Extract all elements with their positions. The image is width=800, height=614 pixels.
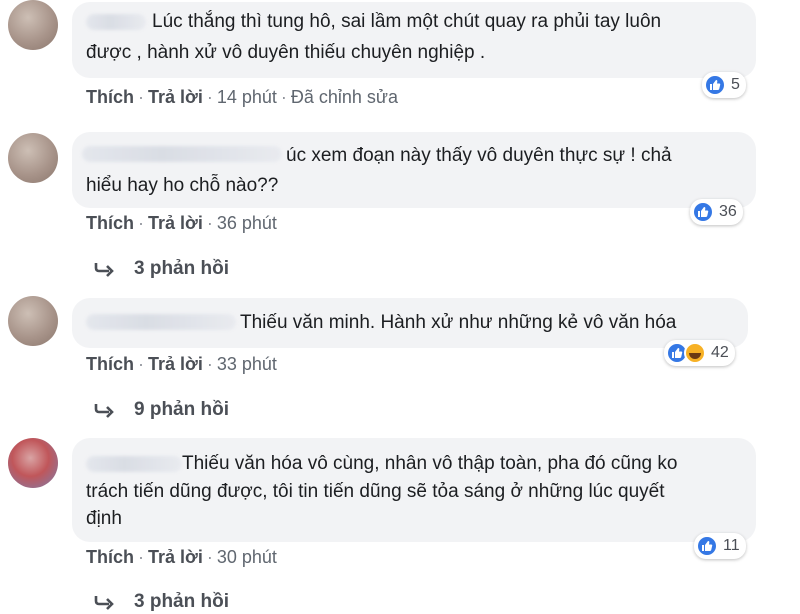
replies-count[interactable]: 3 phản hồi (134, 591, 229, 613)
comment-text-line: Lúc thắng thì tung hô, sai lầm một chút … (152, 11, 662, 32)
reaction-summary[interactable]: 36 (690, 199, 743, 225)
comment-actions: Thích · Trả lời · 36 phút (86, 213, 277, 233)
comment-time[interactable]: 33 phút (217, 354, 277, 374)
comment-bubble: Lúc thắng thì tung hô, sai lầm một chút … (72, 2, 756, 78)
like-link[interactable]: Thích (86, 213, 134, 233)
comment-bubble: úc xem đoạn này thấy vô duyên thực sự ! … (72, 132, 756, 208)
view-replies-link[interactable]: 9 phản hồi (94, 399, 229, 421)
avatar[interactable] (8, 296, 58, 346)
commenter-name[interactable] (86, 314, 236, 330)
view-replies-link[interactable]: 3 phản hồi (94, 258, 229, 280)
avatar[interactable] (8, 133, 58, 183)
reaction-count: 36 (719, 203, 737, 220)
view-replies-link[interactable]: 3 phản hồi (94, 591, 229, 613)
haha-reaction-icon (684, 342, 706, 364)
reaction-count: 42 (711, 344, 729, 361)
like-link[interactable]: Thích (86, 87, 134, 107)
reaction-summary[interactable]: 11 (694, 533, 746, 559)
like-link[interactable]: Thích (86, 354, 134, 374)
commenter-name[interactable] (82, 146, 282, 162)
comment-text-line: định (86, 508, 122, 529)
reply-link[interactable]: Trả lời (148, 87, 203, 107)
comment-bubble: Thiếu văn minh. Hành xử như những kẻ vô … (72, 298, 748, 348)
reply-link[interactable]: Trả lời (148, 547, 203, 567)
reply-arrow-icon (94, 596, 114, 610)
comment-text-line: Thiếu văn minh. Hành xử như những kẻ vô … (240, 312, 677, 333)
reaction-count: 5 (731, 76, 740, 93)
reply-arrow-icon (94, 404, 114, 418)
like-reaction-icon (692, 201, 714, 223)
avatar[interactable] (8, 0, 58, 50)
reply-arrow-icon (94, 263, 114, 277)
comment-actions: Thích · Trả lời · 30 phút (86, 547, 277, 567)
reply-link[interactable]: Trả lời (148, 354, 203, 374)
avatar[interactable] (8, 438, 58, 488)
reaction-summary[interactable]: 5 (702, 72, 746, 98)
comment-text-line: trách tiến dũng được, tôi tin tiến dũng … (86, 481, 665, 502)
comment-time[interactable]: 36 phút (217, 213, 277, 233)
comment-bubble: Thiếu văn hóa vô cùng, nhân vô thập toàn… (72, 438, 756, 542)
comment-text-line: Thiếu văn hóa vô cùng, nhân vô thập toàn… (182, 453, 678, 474)
comment-text-line: hiểu hay ho chỗ nào?? (86, 175, 279, 196)
commenter-name[interactable] (86, 456, 182, 472)
like-reaction-icon (704, 74, 726, 96)
replies-count[interactable]: 9 phản hồi (134, 399, 229, 421)
like-link[interactable]: Thích (86, 547, 134, 567)
comment-actions: Thích · Trả lời · 14 phút · Đã chỉnh sửa (86, 87, 398, 107)
reaction-count: 11 (723, 537, 740, 554)
edited-label[interactable]: Đã chỉnh sửa (291, 87, 398, 107)
comment-time[interactable]: 14 phút (217, 87, 277, 107)
reaction-summary[interactable]: 42 (664, 340, 735, 366)
like-reaction-icon (696, 535, 718, 557)
comment-text-line: úc xem đoạn này thấy vô duyên thực sự ! … (286, 145, 672, 166)
comment-text-line: được , hành xử vô duyên thiếu chuyên ngh… (86, 42, 486, 63)
commenter-name[interactable] (86, 14, 146, 30)
comment-actions: Thích · Trả lời · 33 phút (86, 354, 277, 374)
replies-count[interactable]: 3 phản hồi (134, 258, 229, 280)
reply-link[interactable]: Trả lời (148, 213, 203, 233)
comment-time[interactable]: 30 phút (217, 547, 277, 567)
